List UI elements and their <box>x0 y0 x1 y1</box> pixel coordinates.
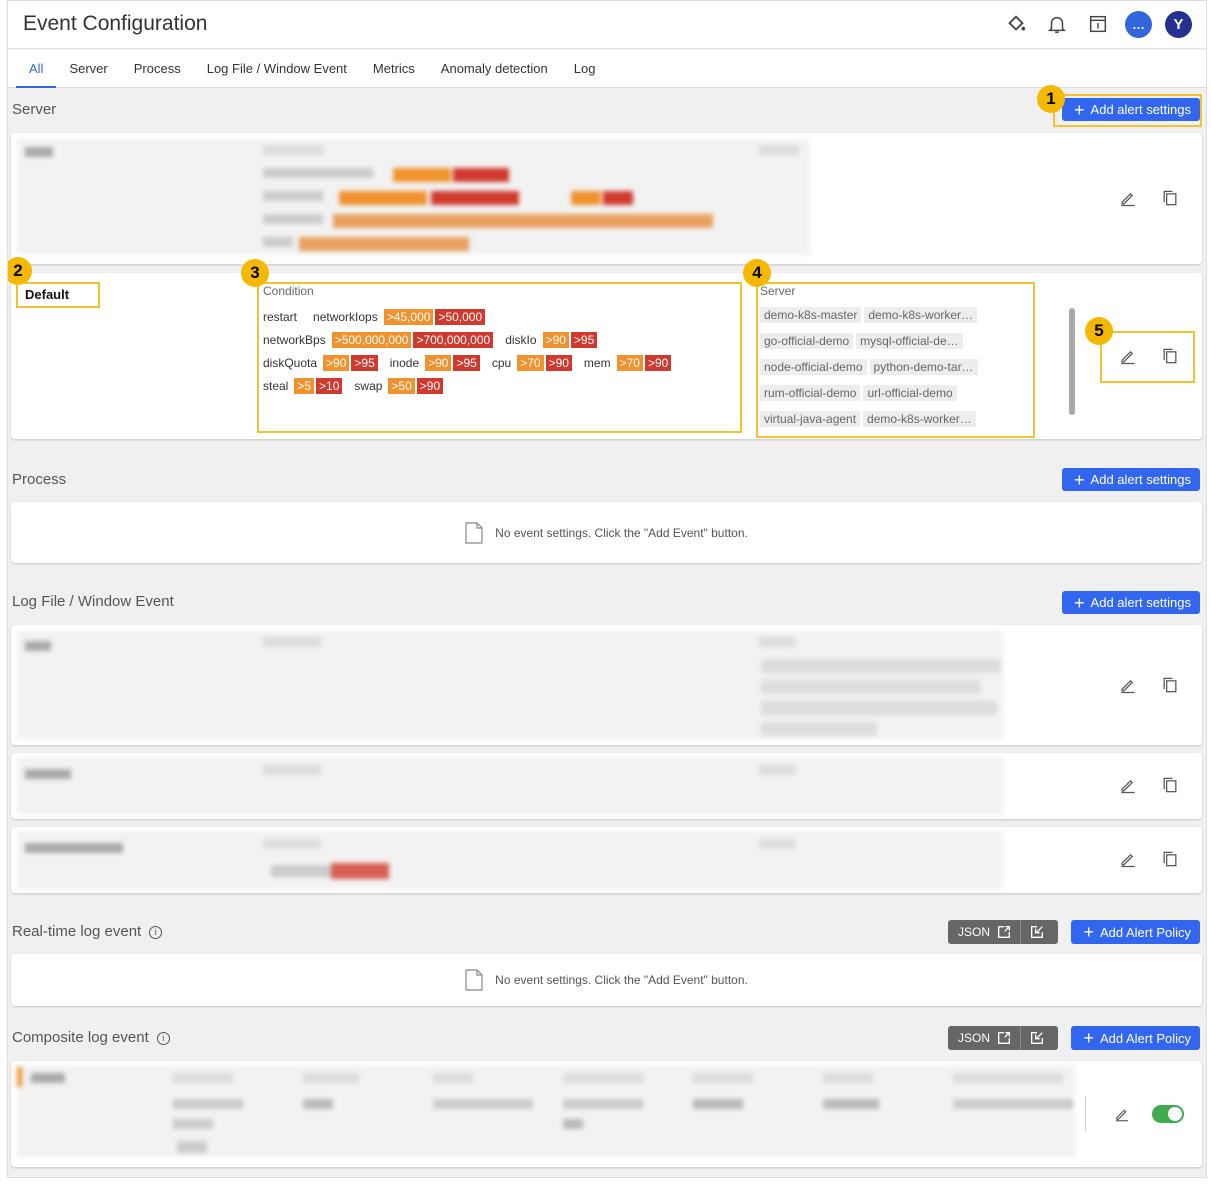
divider <box>1085 1097 1086 1131</box>
card-actions <box>1118 775 1180 795</box>
edit-icon[interactable] <box>1118 675 1138 695</box>
logfile-add-alert-button[interactable]: + Add alert settings <box>1062 591 1200 614</box>
logfile-card-blurred-2[interactable] <box>11 753 1202 819</box>
plus-icon: + <box>1083 922 1094 942</box>
empty-message: No event settings. Click the "Add Event"… <box>495 526 748 540</box>
highlight-box-4 <box>756 282 1035 438</box>
import-icon[interactable] <box>1029 924 1045 940</box>
edit-icon[interactable] <box>1118 188 1138 208</box>
card-actions <box>1118 188 1180 208</box>
realtime-json-label: JSON <box>958 925 991 939</box>
logfile-section-title: Log File / Window Event <box>12 593 174 610</box>
empty-state: No event settings. Click the "Add Event"… <box>11 522 1202 544</box>
process-empty-card: No event settings. Click the "Add Event"… <box>11 502 1202 563</box>
composite-section-title: Composite log event i <box>12 1029 170 1046</box>
chat-glyph: … <box>1132 16 1145 32</box>
copy-icon[interactable] <box>1160 188 1180 208</box>
realtime-json-button-group: JSON <box>948 920 1058 944</box>
plus-icon: + <box>1074 469 1085 490</box>
process-add-alert-button[interactable]: + Add alert settings <box>1062 468 1200 491</box>
tab-server[interactable]: Server <box>56 50 120 88</box>
tab-log-file-window-event[interactable]: Log File / Window Event <box>194 50 360 88</box>
composite-card-blurred[interactable] <box>11 1061 1202 1167</box>
server-section-title: Server <box>12 101 57 118</box>
edit-icon[interactable] <box>1118 849 1138 869</box>
external-link-icon[interactable] <box>996 1030 1012 1046</box>
avatar[interactable]: Y <box>1165 10 1192 38</box>
copy-icon[interactable] <box>1160 849 1180 869</box>
highlight-box-2 <box>16 282 100 308</box>
app-frame: Event Configuration … Y All Server Proce… <box>7 0 1207 1178</box>
logfile-card-blurred-3[interactable] <box>11 827 1202 893</box>
tab-anomaly-detection[interactable]: Anomaly detection <box>428 50 561 88</box>
marker-5: 5 <box>1085 317 1113 345</box>
external-link-icon[interactable] <box>996 924 1012 940</box>
realtime-add-alert-label: Add Alert Policy <box>1099 924 1191 940</box>
copy-icon[interactable] <box>1160 675 1180 695</box>
info-icon[interactable]: i <box>149 925 163 939</box>
marker-3: 3 <box>241 259 269 287</box>
process-section-title: Process <box>12 471 67 488</box>
scrollbar[interactable] <box>1069 308 1075 415</box>
avatar-letter: Y <box>1173 15 1184 33</box>
plus-icon: + <box>1074 592 1085 613</box>
highlight-box-1 <box>1053 94 1202 127</box>
card-actions <box>1118 675 1180 695</box>
paint-bucket-icon[interactable] <box>1002 10 1030 38</box>
realtime-section-title: Real-time log event i <box>12 923 163 940</box>
composite-add-alert-label: Add Alert Policy <box>1099 1030 1191 1046</box>
tab-bar: All Server Process Log File / Window Eve… <box>8 50 1206 88</box>
info-icon[interactable]: i <box>156 1031 170 1045</box>
composite-add-alert-policy-button[interactable]: + Add Alert Policy <box>1071 1026 1200 1050</box>
highlight-box-3 <box>257 282 742 433</box>
tab-process[interactable]: Process <box>121 50 194 88</box>
edit-icon[interactable] <box>1118 775 1138 795</box>
chat-icon[interactable]: … <box>1125 10 1152 38</box>
bell-icon[interactable] <box>1043 10 1071 38</box>
document-icon <box>465 969 483 991</box>
card-actions <box>1118 849 1180 869</box>
composite-json-label: JSON <box>958 1031 991 1045</box>
calendar-info-icon[interactable] <box>1084 10 1112 38</box>
marker-4: 4 <box>743 259 771 287</box>
import-icon[interactable] <box>1029 1030 1045 1046</box>
top-bar: Event Configuration … Y <box>8 1 1206 49</box>
realtime-add-alert-policy-button[interactable]: + Add Alert Policy <box>1071 920 1200 944</box>
empty-message: No event settings. Click the "Add Event"… <box>495 973 748 987</box>
copy-icon[interactable] <box>1160 775 1180 795</box>
empty-state: No event settings. Click the "Add Event"… <box>11 969 1202 991</box>
tab-metrics[interactable]: Metrics <box>360 50 428 88</box>
server-card-blurred[interactable] <box>11 133 1202 264</box>
logfile-card-blurred-1[interactable] <box>11 625 1202 745</box>
tab-log[interactable]: Log <box>561 50 609 88</box>
page-title: Event Configuration <box>23 12 208 35</box>
realtime-empty-card: No event settings. Click the "Add Event"… <box>11 954 1202 1006</box>
composite-title-text: Composite log event <box>12 1029 149 1046</box>
edit-icon[interactable] <box>1113 1105 1131 1123</box>
realtime-title-text: Real-time log event <box>12 923 142 940</box>
logfile-add-alert-label: Add alert settings <box>1090 595 1191 610</box>
top-icons: … Y <box>1002 10 1192 38</box>
process-add-alert-label: Add alert settings <box>1090 472 1191 487</box>
tab-all[interactable]: All <box>16 50 57 88</box>
document-icon <box>465 522 483 544</box>
enable-toggle[interactable] <box>1152 1105 1184 1123</box>
highlight-box-5 <box>1100 331 1195 383</box>
toggle-knob <box>1168 1107 1182 1121</box>
composite-json-button-group: JSON <box>948 1026 1058 1050</box>
marker-1: 1 <box>1037 85 1065 113</box>
plus-icon: + <box>1083 1028 1094 1048</box>
